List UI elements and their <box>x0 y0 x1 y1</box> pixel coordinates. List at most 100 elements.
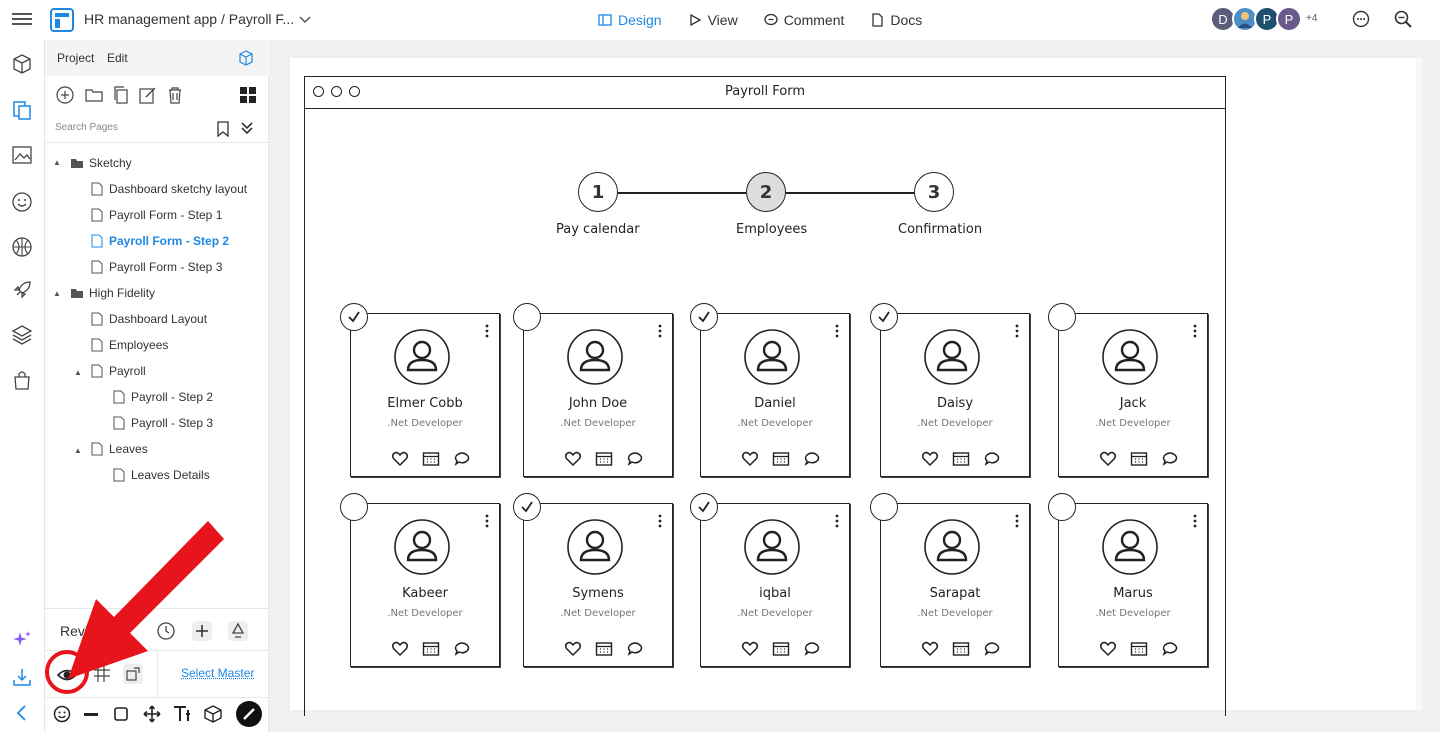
calendar-icon[interactable] <box>772 640 790 658</box>
comment-icon[interactable] <box>453 450 471 468</box>
basketball-icon[interactable] <box>11 236 33 258</box>
heart-icon[interactable] <box>564 640 582 658</box>
heart-icon[interactable] <box>741 640 759 658</box>
zoom-icon[interactable] <box>1394 10 1412 28</box>
tree-page[interactable]: Payroll Form - Step 3 <box>91 260 222 274</box>
selection-checkbox-checked[interactable] <box>690 303 718 331</box>
calendar-icon[interactable] <box>952 450 970 468</box>
layers-icon[interactable] <box>11 323 33 345</box>
selection-checkbox[interactable] <box>1048 303 1076 331</box>
tree-page[interactable]: Dashboard Layout <box>91 312 207 326</box>
employee-card[interactable]: Elmer Cobb .Net Developer <box>350 313 500 477</box>
more-options-icon[interactable] <box>485 324 489 338</box>
step-1[interactable]: 1 <box>578 172 618 212</box>
selection-checkbox[interactable] <box>1048 493 1076 521</box>
heart-icon[interactable] <box>391 640 409 658</box>
selection-checkbox[interactable] <box>870 493 898 521</box>
employee-card[interactable]: Daniel .Net Developer <box>700 313 850 477</box>
brush-tool-icon[interactable] <box>235 700 263 728</box>
employee-card[interactable]: Symens .Net Developer <box>523 503 673 667</box>
expand-toggle-icon[interactable]: ▲ <box>74 446 82 455</box>
more-options-icon[interactable] <box>1193 514 1197 528</box>
employee-card[interactable]: Kabeer .Net Developer <box>350 503 500 667</box>
expand-toggle-icon[interactable]: ▲ <box>74 368 82 377</box>
expand-toggle-icon[interactable]: ▲ <box>53 158 61 167</box>
rectangle-tool-icon[interactable] <box>111 704 131 724</box>
tree-page[interactable]: Payroll - Step 2 <box>113 390 213 404</box>
copy-icon[interactable] <box>112 86 130 104</box>
more-options-icon[interactable] <box>835 514 839 528</box>
collaborator-avatars[interactable]: D P P +4 <box>1210 6 1317 32</box>
tab-view[interactable]: View <box>688 12 738 28</box>
employee-card[interactable]: iqbal .Net Developer <box>700 503 850 667</box>
comment-icon[interactable] <box>1161 640 1179 658</box>
heart-icon[interactable] <box>921 450 939 468</box>
calendar-icon[interactable] <box>952 640 970 658</box>
tree-page[interactable]: Payroll - Step 3 <box>113 416 213 430</box>
more-options-icon[interactable] <box>658 324 662 338</box>
export-icon[interactable] <box>11 666 33 688</box>
employee-card[interactable]: Sarapat .Net Developer <box>880 503 1030 667</box>
edit-icon[interactable] <box>139 86 157 104</box>
selection-checkbox[interactable] <box>513 303 541 331</box>
more-options-icon[interactable] <box>1193 324 1197 338</box>
heart-icon[interactable] <box>1099 450 1117 468</box>
smiley-icon[interactable] <box>52 704 72 724</box>
image-icon[interactable] <box>11 144 33 166</box>
tree-page-active[interactable]: Payroll Form - Step 2 <box>91 234 229 248</box>
tree-page[interactable]: Payroll <box>91 364 146 378</box>
tab-docs[interactable]: Docs <box>870 12 922 28</box>
selection-checkbox-checked[interactable] <box>870 303 898 331</box>
comment-icon[interactable] <box>626 450 644 468</box>
cube-icon[interactable] <box>11 53 33 75</box>
calendar-icon[interactable] <box>772 450 790 468</box>
text-tool-icon[interactable] <box>172 704 192 724</box>
tree-folder-sketchy[interactable]: Sketchy <box>71 156 132 170</box>
comment-icon[interactable] <box>803 640 821 658</box>
shopping-bag-icon[interactable] <box>11 369 33 391</box>
calendar-icon[interactable] <box>422 640 440 658</box>
bookmark-icon[interactable] <box>216 121 230 137</box>
folder-icon[interactable] <box>85 86 103 104</box>
employee-card[interactable]: John Doe .Net Developer <box>523 313 673 477</box>
heart-icon[interactable] <box>1099 640 1117 658</box>
expand-toggle-icon[interactable]: ▲ <box>53 289 61 298</box>
tab-design[interactable]: Design <box>598 12 662 28</box>
step-3[interactable]: 3 <box>914 172 954 212</box>
more-options-icon[interactable] <box>835 324 839 338</box>
calendar-icon[interactable] <box>422 450 440 468</box>
line-tool-icon[interactable] <box>81 704 101 724</box>
comment-icon[interactable] <box>453 640 471 658</box>
more-options-icon[interactable] <box>658 514 662 528</box>
comment-icon[interactable] <box>983 450 1001 468</box>
avatar[interactable]: P <box>1276 6 1302 32</box>
move-tool-icon[interactable] <box>142 704 162 724</box>
calendar-icon[interactable] <box>1130 450 1148 468</box>
comment-icon[interactable] <box>1161 450 1179 468</box>
hamburger-menu-icon[interactable] <box>12 10 32 28</box>
trash-icon[interactable] <box>166 86 184 104</box>
tab-comment[interactable]: Comment <box>764 12 844 28</box>
tree-page[interactable]: Leaves <box>91 442 148 456</box>
comment-icon[interactable] <box>626 640 644 658</box>
heart-icon[interactable] <box>921 640 939 658</box>
heart-icon[interactable] <box>564 450 582 468</box>
component-tool-icon[interactable] <box>203 704 223 724</box>
more-collaborators-count[interactable]: +4 <box>1306 6 1317 32</box>
employee-card[interactable]: Marus .Net Developer <box>1058 503 1208 667</box>
step-2[interactable]: 2 <box>746 172 786 212</box>
canvas-scrollbar[interactable] <box>1416 58 1422 710</box>
tab-edit[interactable]: Edit <box>107 51 128 65</box>
calendar-icon[interactable] <box>1130 640 1148 658</box>
search-pages-input[interactable]: Search Pages <box>55 122 118 133</box>
cube-icon[interactable] <box>238 50 254 66</box>
more-options-icon[interactable] <box>1015 324 1019 338</box>
more-options-icon[interactable] <box>485 514 489 528</box>
tree-page[interactable]: Dashboard sketchy layout <box>91 182 247 196</box>
pages-icon[interactable] <box>11 99 33 121</box>
calendar-icon[interactable] <box>595 450 613 468</box>
project-title[interactable]: HR management app / Payroll F... <box>84 11 294 27</box>
selection-checkbox[interactable] <box>340 493 368 521</box>
tree-page[interactable]: Leaves Details <box>113 468 210 482</box>
collapse-panel-icon[interactable] <box>11 702 33 724</box>
